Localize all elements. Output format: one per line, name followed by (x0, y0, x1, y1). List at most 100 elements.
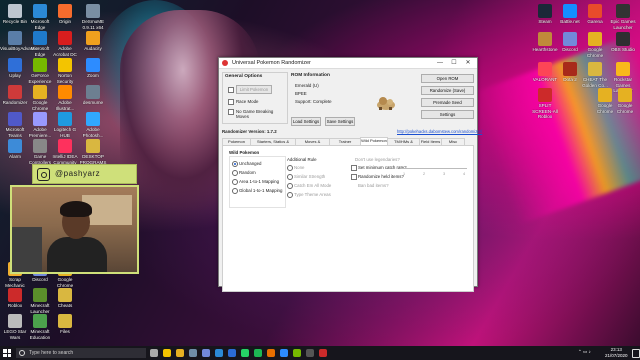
tab-moves-movesets[interactable]: Moves & Movesets (295, 138, 330, 150)
app-icon (8, 31, 22, 45)
pokemon-sprite-icon (375, 95, 397, 111)
general-options-heading: General Options (225, 74, 263, 79)
desktop-shortcut[interactable]: Zoom (78, 58, 108, 79)
steam-icon[interactable] (189, 349, 197, 357)
task-view-icon[interactable] (150, 349, 158, 357)
radio-random[interactable] (232, 170, 238, 176)
app-icon (33, 112, 47, 126)
rule-catch-em-all-radio[interactable] (287, 183, 293, 189)
desktop-shortcut[interactable]: OBS Studio (608, 32, 638, 53)
app-icon (222, 60, 228, 66)
desktop-shortcut[interactable]: Files (50, 314, 80, 335)
tab-starters-statics-trades[interactable]: Starters, Statics & Trades (250, 138, 296, 150)
app-icon (86, 4, 100, 18)
rom-support: Support: Complete (295, 99, 332, 104)
roblox-icon[interactable] (319, 349, 327, 357)
desktop-shortcut[interactable]: SPLIT SCREEN-All Roblox (530, 88, 560, 120)
randomize-save-button[interactable]: Randomize (Save) (421, 86, 474, 95)
app-icon (86, 31, 100, 45)
randomizer-link[interactable]: http://pokehacks.dabomstew.com/randomize… (397, 129, 482, 134)
desktop-shortcut[interactable]: IntelliJ IDEA Community (50, 139, 80, 165)
desktop-shortcut[interactable]: Garena (580, 4, 610, 25)
window-title: Universal Pokemon Randomizer (232, 59, 311, 66)
app-icon (58, 31, 72, 45)
file-explorer-icon[interactable] (163, 349, 171, 357)
desktop-shortcut[interactable]: DESKTOP PROGRAMS (78, 139, 108, 165)
app-icon (563, 4, 577, 18)
window-titlebar[interactable]: Universal Pokemon Randomizer — ☐ ✕ (219, 58, 477, 69)
windows-start-icon[interactable] (3, 349, 11, 357)
java-icon[interactable] (267, 349, 275, 357)
rule-similar-strength-radio[interactable] (287, 174, 293, 180)
tab-tm-hms-tutors[interactable]: TM/HMs & Tutors (387, 138, 420, 150)
discord-icon[interactable] (202, 349, 210, 357)
rule-none-radio[interactable] (287, 165, 293, 171)
slider-tick-3: 3 (443, 172, 446, 176)
desktop-shortcut[interactable]: Origin (50, 4, 80, 25)
spotify-icon[interactable] (254, 349, 262, 357)
app-icon (33, 4, 47, 18)
tab-pokemon-traits[interactable]: Pokemon Traits (222, 138, 251, 150)
desktop-shortcut-label: Cheats (57, 303, 73, 308)
desktop-shortcut[interactable]: Google Chrome (610, 88, 640, 114)
desktop-shortcut[interactable]: Adobe Illustrat... (50, 85, 80, 111)
limit-pokemon-button[interactable]: Limit Pokemon (236, 85, 272, 94)
desktop-shortcut[interactable]: Logitech G HUB (50, 112, 80, 138)
desktop-shortcut[interactable]: Cheats (50, 288, 80, 309)
photos-icon[interactable] (228, 349, 236, 357)
notifications-icon[interactable] (632, 349, 640, 358)
premade-seed-button[interactable]: Premade Seed (421, 98, 474, 107)
taskbar-search-box[interactable]: Type here to search (16, 348, 146, 358)
catch-rate-slider[interactable] (401, 168, 467, 169)
maximize-button[interactable]: ☐ (447, 58, 461, 68)
desktop-shortcut[interactable]: Epic Games Launcher (608, 4, 638, 30)
obs-icon[interactable] (306, 349, 314, 357)
app-icon (58, 112, 72, 126)
desktop-shortcut[interactable]: desmume (78, 85, 108, 106)
radio-unchanged[interactable] (232, 161, 238, 167)
settings-button[interactable]: Settings (421, 110, 474, 119)
tab-field-items[interactable]: Field Items (419, 138, 442, 145)
edge-icon[interactable] (215, 349, 223, 357)
app-icon (33, 314, 47, 328)
desktop-shortcut-label: desmume (82, 100, 104, 105)
slider-tick-4: 4 (463, 172, 466, 176)
desktop-shortcut[interactable]: Adobe Photosh... (78, 112, 108, 138)
race-mode-checkbox[interactable] (228, 99, 234, 105)
desktop-shortcut[interactable]: Norton Security (50, 58, 80, 84)
desktop-shortcut-label: Google Chrome (56, 277, 74, 288)
rom-info-heading: ROM Information (291, 73, 330, 78)
radio-global-mapping[interactable] (232, 188, 238, 194)
app-icon (33, 85, 47, 99)
zoom-icon[interactable] (280, 349, 288, 357)
system-tray-icons[interactable]: ⌃ ▭ ♪ (578, 349, 591, 355)
open-rom-button[interactable]: Open ROM (421, 74, 474, 83)
desktop-shortcut[interactable]: Adobe Acrobat DC (50, 31, 80, 57)
radio-area-mapping[interactable] (232, 179, 238, 185)
desktop-shortcut[interactable]: Audacity (78, 31, 108, 52)
chrome-icon[interactable] (176, 349, 184, 357)
desktop-shortcut[interactable]: Google Chrome (580, 32, 610, 58)
desktop-shortcut-label: Origin (58, 19, 72, 24)
app-icon (86, 85, 100, 99)
app-icon (588, 32, 602, 46)
limit-pokemon-checkbox[interactable] (228, 87, 234, 93)
app-icon (8, 112, 22, 126)
whatsapp-icon[interactable] (241, 349, 249, 357)
clock[interactable]: 23:13 21/07/2020 (605, 347, 628, 359)
minimize-button[interactable]: — (433, 58, 447, 68)
no-game-breaking-checkbox[interactable] (228, 109, 234, 115)
tab-wild-pokemon[interactable]: Wild Pokemon (360, 137, 388, 145)
desktop-shortcut[interactable]: CHEAT The Golden Co... (580, 62, 610, 88)
desktop-shortcut[interactable]: DeSmuME 0.9.11 x64 (78, 4, 108, 30)
tab-misc-tweaks[interactable]: Misc Tweaks (441, 138, 465, 150)
rule-type-theme-radio[interactable] (287, 192, 293, 198)
set-min-catch-label: Set minimum catch rate? (358, 165, 407, 170)
nvidia-icon[interactable] (293, 349, 301, 357)
randomize-held-checkbox[interactable] (351, 174, 357, 180)
load-settings-button[interactable]: Load Settings (291, 117, 321, 126)
save-settings-button[interactable]: Save Settings (325, 117, 355, 126)
set-min-catch-checkbox[interactable] (351, 165, 357, 171)
close-button[interactable]: ✕ (461, 58, 475, 68)
tab-trainer-pokemon[interactable]: Trainer Pokemon (329, 138, 361, 150)
